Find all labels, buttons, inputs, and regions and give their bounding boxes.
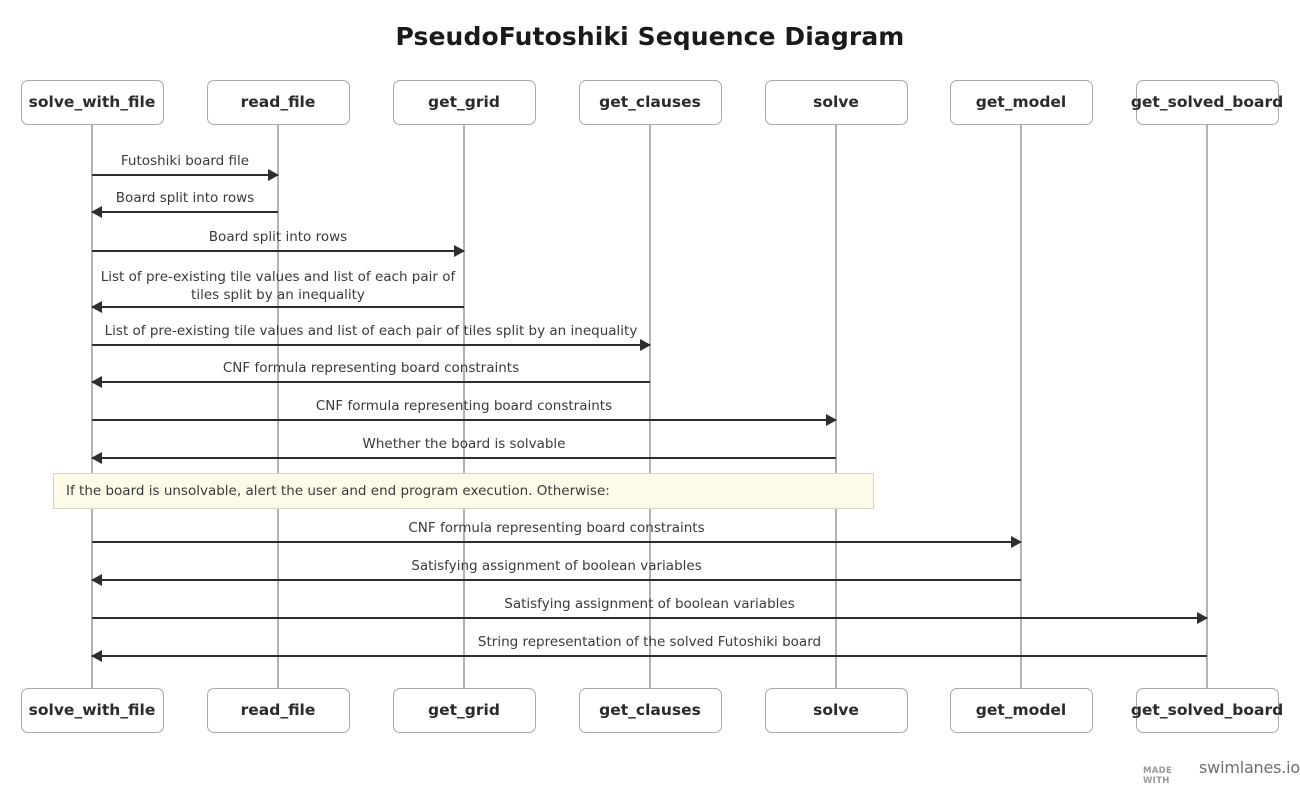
participant-get_clauses-top[interactable]: get_clauses	[578, 80, 722, 125]
message-4: List of pre-existing tile values and lis…	[91, 269, 464, 313]
participant-label: get_clauses	[599, 700, 701, 719]
message-line	[92, 306, 464, 308]
arrow-head-icon	[268, 169, 279, 181]
arrow-head-icon	[1011, 536, 1022, 548]
message-line	[92, 579, 1021, 581]
message-line	[92, 419, 836, 421]
message-7: CNF formula representing board constrain…	[92, 398, 837, 426]
message-10: Satisfying assignment of boolean variabl…	[91, 558, 1021, 586]
note-box: If the board is unsolvable, alert the us…	[53, 473, 874, 509]
participant-get_clauses-bottom[interactable]: get_clauses	[578, 688, 722, 733]
message-6: CNF formula representing board constrain…	[91, 360, 650, 388]
message-label: List of pre-existing tile values and lis…	[100, 269, 456, 303]
message-line	[92, 250, 464, 252]
participant-read_file-bottom[interactable]: read_file	[206, 688, 350, 733]
page-title: PseudoFutoshiki Sequence Diagram	[395, 22, 905, 51]
participant-label: get_solved_board	[1130, 92, 1284, 111]
watermark-brand: swimlanes.io	[1199, 758, 1300, 777]
participant-get_model-bottom[interactable]: get_model	[949, 688, 1093, 733]
participant-label: get_solved_board	[1130, 700, 1284, 719]
participant-label: get_model	[975, 92, 1067, 111]
message-label: Satisfying assignment of boolean variabl…	[411, 558, 702, 574]
arrow-head-icon	[91, 574, 102, 586]
participant-get_grid-top[interactable]: get_grid	[392, 80, 536, 125]
message-label: Futoshiki board file	[120, 153, 250, 169]
participant-get_solved_board-top[interactable]: get_solved_board	[1131, 80, 1283, 125]
message-label: CNF formula representing board constrain…	[408, 520, 705, 536]
message-line	[92, 457, 836, 459]
message-line	[92, 655, 1207, 657]
arrow-head-icon	[91, 206, 102, 218]
note-text: If the board is unsolvable, alert the us…	[66, 483, 610, 499]
message-12: String representation of the solved Futo…	[91, 634, 1207, 662]
message-line	[92, 344, 650, 346]
message-label: Satisfying assignment of boolean variabl…	[504, 596, 795, 612]
message-5: List of pre-existing tile values and lis…	[92, 323, 651, 351]
message-8: Whether the board is solvable	[91, 436, 836, 464]
participant-label: read_file	[240, 92, 316, 111]
participant-label: solve_with_file	[28, 700, 156, 719]
message-2: Board split into rows	[91, 190, 278, 218]
message-1: Futoshiki board file	[92, 153, 279, 181]
participant-solve-top[interactable]: solve	[764, 80, 908, 125]
participant-get_grid-bottom[interactable]: get_grid	[392, 688, 536, 733]
message-line	[92, 617, 1207, 619]
arrow-head-icon	[826, 414, 837, 426]
message-9: CNF formula representing board constrain…	[92, 520, 1022, 548]
arrow-head-icon	[91, 452, 102, 464]
message-label: Board split into rows	[208, 229, 348, 245]
arrow-head-icon	[1197, 612, 1208, 624]
message-11: Satisfying assignment of boolean variabl…	[92, 596, 1208, 624]
message-line	[92, 174, 278, 176]
message-label: String representation of the solved Futo…	[477, 634, 822, 650]
arrow-head-icon	[640, 339, 651, 351]
participant-label: get_grid	[428, 700, 500, 719]
participant-label: solve	[813, 700, 859, 719]
message-label: CNF formula representing board constrain…	[315, 398, 613, 414]
message-label: CNF formula representing board constrain…	[222, 360, 520, 376]
arrow-head-icon	[454, 245, 465, 257]
watermark: MADE WITH swimlanes.io	[1143, 758, 1300, 786]
participant-label: read_file	[240, 700, 316, 719]
participant-get_model-top[interactable]: get_model	[949, 80, 1093, 125]
message-3: Board split into rows	[92, 229, 465, 257]
participant-label: get_model	[975, 700, 1067, 719]
arrow-head-icon	[91, 376, 102, 388]
participant-solve_with_file-bottom[interactable]: solve_with_file	[20, 688, 164, 733]
participant-get_solved_board-bottom[interactable]: get_solved_board	[1131, 688, 1283, 733]
participant-solve_with_file-top[interactable]: solve_with_file	[20, 80, 164, 125]
sequence-diagram: PseudoFutoshiki Sequence Diagram solve_w…	[0, 0, 1300, 794]
participant-label: get_grid	[428, 92, 500, 111]
message-label: List of pre-existing tile values and lis…	[104, 323, 638, 339]
participant-solve-bottom[interactable]: solve	[764, 688, 908, 733]
message-label: Whether the board is solvable	[362, 436, 566, 452]
watermark-prefix: MADE WITH	[1143, 766, 1173, 786]
arrow-head-icon	[91, 650, 102, 662]
message-label: Board split into rows	[115, 190, 255, 206]
message-line	[92, 211, 278, 213]
participant-label: get_clauses	[599, 92, 701, 111]
participant-label: solve_with_file	[28, 92, 156, 111]
message-line	[92, 381, 650, 383]
participant-read_file-top[interactable]: read_file	[206, 80, 350, 125]
participant-label: solve	[813, 92, 859, 111]
message-line	[92, 541, 1021, 543]
